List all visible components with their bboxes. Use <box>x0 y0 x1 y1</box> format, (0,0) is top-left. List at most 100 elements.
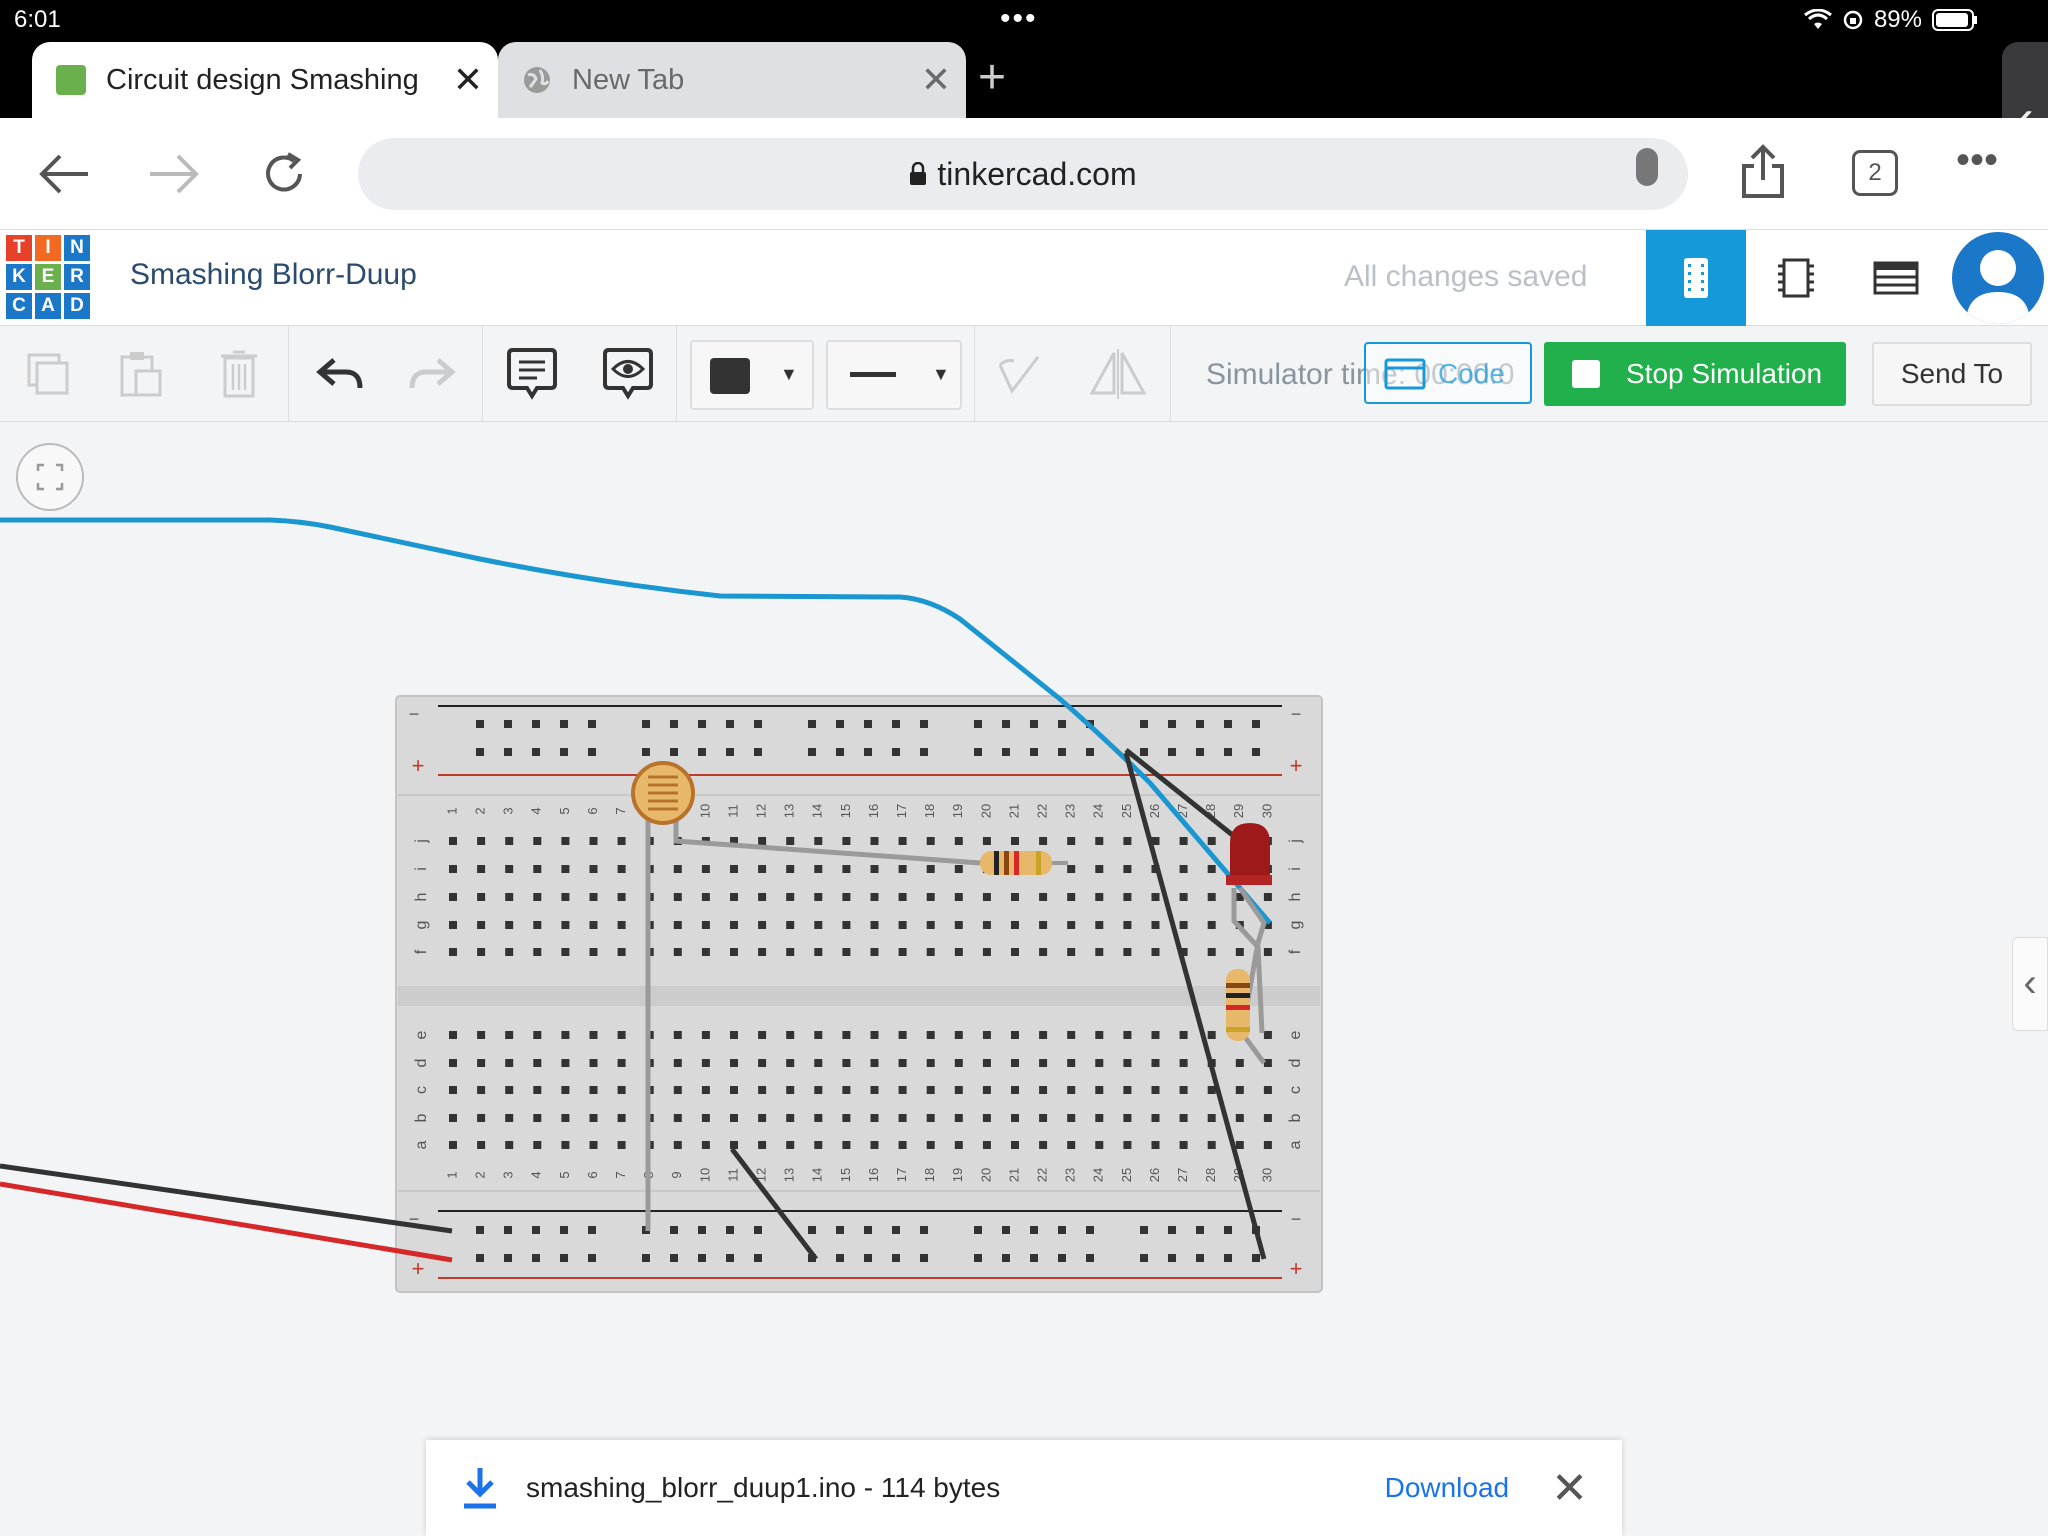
breadboard-hole[interactable] <box>1235 1059 1244 1067</box>
breadboard-hole[interactable] <box>726 1226 734 1234</box>
breadboard-hole[interactable] <box>1095 1059 1104 1067</box>
project-title[interactable]: Smashing Blorr-Duup <box>130 258 417 292</box>
breadboard-hole[interactable] <box>505 1086 514 1094</box>
breadboard-hole[interactable] <box>982 1086 991 1094</box>
breadboard-hole[interactable] <box>898 1114 907 1122</box>
breadboard-hole[interactable] <box>617 1031 626 1039</box>
breadboard-hole[interactable] <box>1030 1254 1038 1262</box>
breadboard-hole[interactable] <box>1252 748 1260 756</box>
breadboard-hole[interactable] <box>701 893 710 901</box>
breadboard-hole[interactable] <box>1263 1114 1272 1122</box>
breadboard-hole[interactable] <box>1067 921 1076 929</box>
breadboard-hole[interactable] <box>814 893 823 901</box>
breadboard-hole[interactable] <box>561 948 570 956</box>
breadboard-hole[interactable] <box>617 1059 626 1067</box>
breadboard-hole[interactable] <box>726 720 734 728</box>
breadboard-hole[interactable] <box>532 1254 540 1262</box>
breadboard-hole[interactable] <box>814 1141 823 1149</box>
breadboard-hole[interactable] <box>505 865 514 873</box>
breadboard-hole[interactable] <box>726 1254 734 1262</box>
breadboard-hole[interactable] <box>926 893 935 901</box>
back-icon[interactable] <box>38 154 90 194</box>
user-avatar[interactable] <box>1952 232 2044 324</box>
send-to-button[interactable]: Send To <box>1872 342 2032 406</box>
breadboard-hole[interactable] <box>1039 837 1048 845</box>
breadboard-hole[interactable] <box>1011 1141 1019 1149</box>
breadboard-hole[interactable] <box>814 1031 823 1039</box>
breadboard-hole[interactable] <box>505 1031 514 1039</box>
breadboard-hole[interactable] <box>1179 1059 1188 1067</box>
breadboard-hole[interactable] <box>870 948 879 956</box>
breadboard-hole[interactable] <box>617 865 626 873</box>
breadboard-hole[interactable] <box>898 1031 907 1039</box>
breadboard-hole[interactable] <box>1151 921 1160 929</box>
breadboard-hole[interactable] <box>617 921 626 929</box>
breadboard-hole[interactable] <box>926 865 935 873</box>
breadboard-hole[interactable] <box>504 1254 512 1262</box>
breadboard-hole[interactable] <box>673 1086 682 1094</box>
breadboard-hole[interactable] <box>758 1086 767 1094</box>
microphone-icon[interactable] <box>1636 148 1658 186</box>
breadboard-hole[interactable] <box>1151 1031 1160 1039</box>
breadboard-hole[interactable] <box>1123 837 1132 845</box>
breadboard-hole[interactable] <box>836 1226 844 1234</box>
breadboard-hole[interactable] <box>673 1031 682 1039</box>
breadboard-hole[interactable] <box>836 1254 844 1262</box>
breadboard-hole[interactable] <box>1086 1226 1094 1234</box>
breadboard-hole[interactable] <box>870 921 879 929</box>
breadboard-hole[interactable] <box>754 720 762 728</box>
breadboard-hole[interactable] <box>589 921 598 929</box>
breadboard-hole[interactable] <box>589 1086 598 1094</box>
breadboard-hole[interactable] <box>730 1059 738 1067</box>
breadboard-hole[interactable] <box>1151 1086 1160 1094</box>
breadboard-hole[interactable] <box>617 1114 626 1122</box>
tab-circuit-design[interactable]: Circuit design Smashing ✕ <box>32 42 498 118</box>
breadboard-hole[interactable] <box>1252 1254 1260 1262</box>
breadboard-hole[interactable] <box>588 1254 596 1262</box>
breadboard-hole[interactable] <box>504 720 512 728</box>
breadboard-hole[interactable] <box>814 1059 823 1067</box>
breadboard-hole[interactable] <box>954 1031 963 1039</box>
paste-icon[interactable] <box>116 326 166 422</box>
breadboard-hole[interactable] <box>1067 1031 1076 1039</box>
breadboard-hole[interactable] <box>864 748 872 756</box>
breadboard-hole[interactable] <box>786 1059 795 1067</box>
breadboard-hole[interactable] <box>505 1059 514 1067</box>
breadboard-hole[interactable] <box>1095 921 1104 929</box>
breadboard-hole[interactable] <box>617 837 626 845</box>
breadboard-hole[interactable] <box>1179 1114 1188 1122</box>
breadboard-hole[interactable] <box>730 893 738 901</box>
breadboard-hole[interactable] <box>1002 720 1010 728</box>
breadboard-hole[interactable] <box>449 921 457 929</box>
breadboard-hole[interactable] <box>1224 1226 1232 1234</box>
copy-icon[interactable] <box>18 326 78 422</box>
download-button[interactable]: Download <box>1385 1472 1510 1504</box>
breadboard-hole[interactable] <box>1058 1226 1066 1234</box>
breadboard-hole[interactable] <box>476 1226 484 1234</box>
breadboard-hole[interactable] <box>870 1114 879 1122</box>
breadboard-hole[interactable] <box>982 1059 991 1067</box>
breadboard-hole[interactable] <box>892 748 900 756</box>
breadboard-hole[interactable] <box>561 921 570 929</box>
breadboard-hole[interactable] <box>754 1254 762 1262</box>
breadboard-hole[interactable] <box>561 1141 570 1149</box>
breadboard-hole[interactable] <box>870 1059 879 1067</box>
breadboard-hole[interactable] <box>589 1031 598 1039</box>
breadboard-hole[interactable] <box>561 893 570 901</box>
breadboard-hole[interactable] <box>673 921 682 929</box>
breadboard-hole[interactable] <box>870 1031 879 1039</box>
breadboard-hole[interactable] <box>814 1086 823 1094</box>
notes-icon[interactable] <box>502 326 562 422</box>
breadboard-hole[interactable] <box>730 865 738 873</box>
breadboard-hole[interactable] <box>1095 837 1104 845</box>
breadboard-hole[interactable] <box>1151 948 1160 956</box>
breadboard-hole[interactable] <box>1039 921 1048 929</box>
breadboard-hole[interactable] <box>920 1254 928 1262</box>
breadboard-hole[interactable] <box>1151 1114 1160 1122</box>
breadboard-hole[interactable] <box>754 1226 762 1234</box>
led[interactable] <box>1226 823 1272 885</box>
breadboard-hole[interactable] <box>1123 948 1132 956</box>
breadboard-hole[interactable] <box>561 1031 570 1039</box>
breadboard-hole[interactable] <box>1196 1226 1204 1234</box>
breadboard-hole[interactable] <box>533 1059 542 1067</box>
